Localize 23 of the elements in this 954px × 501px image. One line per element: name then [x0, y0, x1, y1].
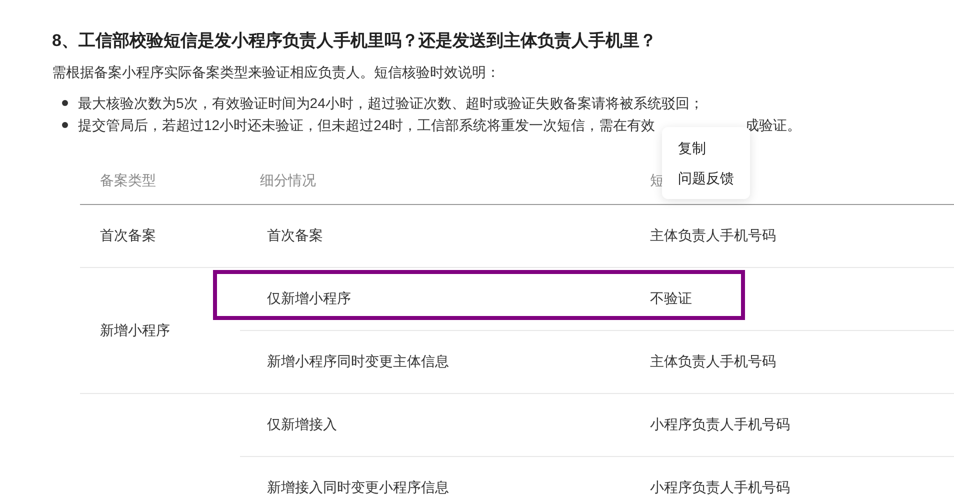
column-header: 短	[650, 172, 664, 188]
table-cell: 首次备案	[100, 227, 156, 243]
bullet-icon	[62, 100, 68, 106]
table-cell: 仅新增接入	[267, 416, 337, 432]
table-cell: 仅新增小程序	[267, 290, 351, 306]
intro-text: 需根据备案小程序实际备案类型来验证相应负责人。短信核验时效说明：	[52, 63, 501, 82]
menu-item[interactable]: 问题反馈	[662, 163, 750, 193]
table-cell: 不验证	[630, 267, 954, 330]
column-header: 细分情况	[260, 172, 316, 188]
table-cell: 小程序负责人手机号码	[630, 456, 954, 501]
table-cell: 新增接入同时变更小程序信息	[267, 479, 449, 495]
menu-item[interactable]: 复制	[662, 133, 750, 163]
table-cell: 新增小程序	[100, 322, 170, 338]
table-cell: 主体负责人手机号码	[630, 204, 954, 267]
table-cell: 主体负责人手机号码	[630, 330, 954, 393]
table-cell: 首次备案	[267, 227, 323, 243]
bullet-text: 最大核验次数为5次，有效验证时间为24小时，超过验证次数、超时或验证失败备案请将被系统驳回；	[78, 94, 704, 113]
bullet-icon	[62, 122, 68, 128]
table-cell: 新增小程序同时变更主体信息	[267, 353, 449, 369]
table-cell: 小程序负责人手机号码	[630, 393, 954, 456]
section-heading: 8、工信部校验短信是发小程序负责人手机里吗？还是发送到主体负责人手机里？	[52, 30, 658, 52]
bullet-text: 提交管局后，若超过12小时还未验证，但未超过24时，工信部系统将重发一次短信，需在有效	[78, 116, 656, 135]
column-header: 备案类型	[100, 172, 156, 188]
